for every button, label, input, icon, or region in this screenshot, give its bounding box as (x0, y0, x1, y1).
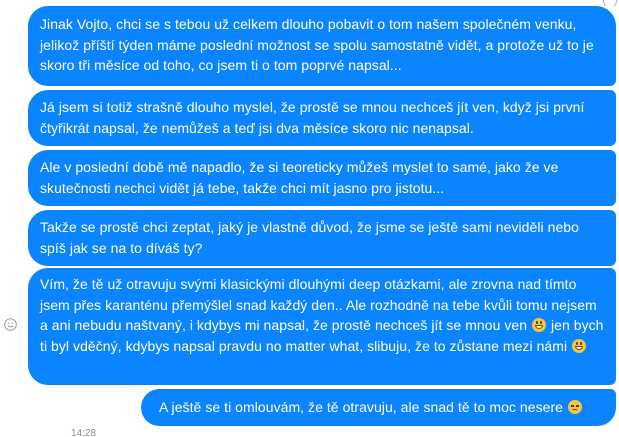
message-bubble-6[interactable]: A ještě se ti omlouvám, že tě otravuju, … (141, 389, 616, 426)
message-text-4: Takže se prostě chci zeptat, jaký je vla… (40, 219, 579, 256)
message-timestamp: 14:28 (71, 428, 97, 437)
message-bubble-1[interactable]: Jinak Vojto, chci se s tebou už celkem d… (28, 6, 616, 86)
smiley-react-icon[interactable] (4, 318, 17, 331)
grinning-face-emoji (572, 338, 587, 353)
seen-indicator-icon (603, 0, 617, 6)
message-text-3: Ale v poslední době mě napadlo, že si te… (40, 159, 559, 196)
message-bubble-4[interactable]: Takže se prostě chci zeptat, jaký je vla… (28, 210, 616, 266)
message-bubble-3[interactable]: Ale v poslední době mě napadlo, že si te… (28, 150, 616, 206)
message-text-6: A ještě se ti omlouvám, že tě otravuju, … (159, 399, 564, 415)
message-bubble-5[interactable]: Vím, že tě už otravuju svými klasickými … (28, 268, 616, 385)
grinning-face-emoji (532, 318, 547, 333)
message-text-5a: Vím, že tě už otravuju svými klasickými … (40, 276, 597, 334)
chat-thread: Jinak Vojto, chci se s tebou už celkem d… (0, 0, 619, 437)
message-text-1: Jinak Vojto, chci se s tebou už celkem d… (40, 16, 594, 74)
message-text-2: Já jsem si totiž strašně dlouho myslel, … (40, 99, 585, 136)
disappointed-face-emoji (567, 400, 582, 414)
message-bubble-2[interactable]: Já jsem si totiž strašně dlouho myslel, … (28, 90, 616, 146)
